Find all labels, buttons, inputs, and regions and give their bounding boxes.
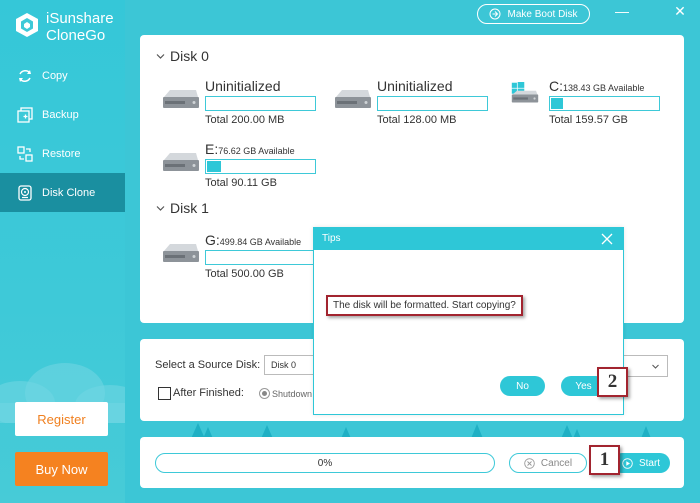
sidebar-item-label: Restore (42, 147, 81, 160)
register-button[interactable]: Register (15, 402, 108, 436)
partition-usage-bar (205, 250, 316, 265)
disk-1-header[interactable]: Disk 1 (156, 200, 209, 216)
after-finished-checkbox[interactable] (158, 387, 171, 400)
partition-name: C:138.43 GB Available (549, 78, 660, 95)
windows-drive-icon (511, 82, 539, 103)
sidebar-item-label: Copy (42, 69, 68, 82)
partition-card[interactable]: E:76.62 GB Available Total 90.11 GB (162, 141, 316, 189)
shutdown-label: Shutdown (272, 389, 313, 399)
partition-letter: G: (205, 232, 220, 248)
partition-name: E:76.62 GB Available (205, 141, 316, 158)
step-callout-2: 2 (597, 367, 628, 397)
close-icon[interactable]: ✕ (673, 4, 687, 18)
hard-drive-icon (163, 153, 199, 171)
sidebar: iSunshare CloneGo Copy Backup Restore Di… (0, 0, 125, 503)
source-disk-label: Select a Source Disk: (155, 359, 261, 371)
cancel-label: Cancel (540, 457, 573, 469)
chevron-down-icon (156, 205, 165, 211)
partition-card[interactable]: C:138.43 GB Available Total 159.57 GB (506, 78, 660, 126)
dialog-title-bar: Tips (314, 228, 623, 250)
partition-usage-fill (551, 98, 564, 109)
partition-total: Total 159.57 GB (549, 114, 628, 126)
app-name-line2: CloneGo (46, 27, 106, 44)
partition-card[interactable]: G:499.84 GB Available Total 500.00 GB (162, 232, 316, 280)
dialog-title: Tips (322, 233, 341, 244)
shutdown-radio[interactable] (259, 388, 270, 399)
sidebar-item-copy[interactable]: Copy (0, 56, 125, 95)
sidebar-item-backup[interactable]: Backup (0, 95, 125, 134)
partition-total: Total 200.00 MB (205, 114, 285, 126)
hard-drive-icon (163, 244, 199, 262)
play-icon (622, 457, 633, 469)
step-callout-1: 1 (589, 445, 620, 475)
copy-icon (16, 67, 34, 85)
partition-total: Total 500.00 GB (205, 268, 284, 280)
partition-letter: E: (205, 141, 219, 157)
partition-card[interactable]: Uninitialized Total 200.00 MB (162, 78, 316, 126)
start-button[interactable]: Start (612, 453, 670, 473)
tips-dialog: Tips The disk will be formatted. Start c… (313, 227, 624, 415)
partition-usage-fill (207, 161, 222, 172)
app-name-line1: iSunshare (46, 10, 114, 27)
partition-letter: C: (549, 78, 563, 94)
sidebar-item-label: Disk Clone (42, 186, 96, 199)
disk-0-title: Disk 0 (170, 48, 209, 64)
boot-disk-icon (489, 8, 501, 20)
progress-bar: 0% (155, 453, 495, 473)
partition-usage-bar (205, 96, 316, 111)
sidebar-nav: Copy Backup Restore Disk Clone (0, 56, 125, 212)
after-finished-label: After Finished: (173, 387, 244, 399)
disk-0-header[interactable]: Disk 0 (156, 48, 209, 64)
hard-drive-icon (335, 90, 371, 108)
backup-icon (16, 106, 34, 124)
chevron-down-icon (652, 364, 659, 369)
app-logo-icon (16, 13, 38, 37)
partition-usage-bar (377, 96, 488, 111)
partition-available: 138.43 GB Available (563, 83, 645, 93)
make-boot-disk-button[interactable]: Make Boot Disk (477, 4, 590, 24)
partition-total: Total 90.11 GB (205, 177, 277, 189)
partition-usage-bar (205, 159, 316, 174)
sidebar-item-disk-clone[interactable]: Disk Clone (0, 173, 125, 212)
restore-icon (16, 145, 34, 163)
sidebar-item-label: Backup (42, 108, 79, 121)
partition-name: Uninitialized (377, 78, 453, 94)
make-boot-disk-label: Make Boot Disk (507, 8, 578, 20)
partition-total: Total 128.00 MB (377, 114, 457, 126)
partition-name: G:499.84 GB Available (205, 232, 316, 249)
partition-available: 76.62 GB Available (218, 146, 295, 156)
close-icon[interactable] (601, 233, 613, 245)
start-label: Start (638, 457, 661, 469)
chevron-down-icon (156, 53, 165, 59)
minimize-icon[interactable]: — (615, 4, 629, 18)
partition-usage-bar (549, 96, 660, 111)
cancel-icon (524, 457, 535, 469)
cancel-button[interactable]: Cancel (509, 453, 587, 473)
no-button[interactable]: No (500, 376, 545, 396)
disk-1-title: Disk 1 (170, 200, 209, 216)
sidebar-item-restore[interactable]: Restore (0, 134, 125, 173)
disk-clone-icon (16, 184, 34, 202)
partition-available: 499.84 GB Available (219, 237, 302, 247)
partition-card[interactable]: Uninitialized Total 128.00 MB (334, 78, 488, 126)
progress-text: 0% (317, 457, 333, 469)
brand: iSunshare CloneGo (14, 10, 114, 44)
buy-now-button[interactable]: Buy Now (15, 452, 108, 486)
dialog-message: The disk will be formatted. Start copyin… (326, 295, 523, 316)
partition-name: Uninitialized (205, 78, 281, 94)
hard-drive-icon (163, 90, 199, 108)
